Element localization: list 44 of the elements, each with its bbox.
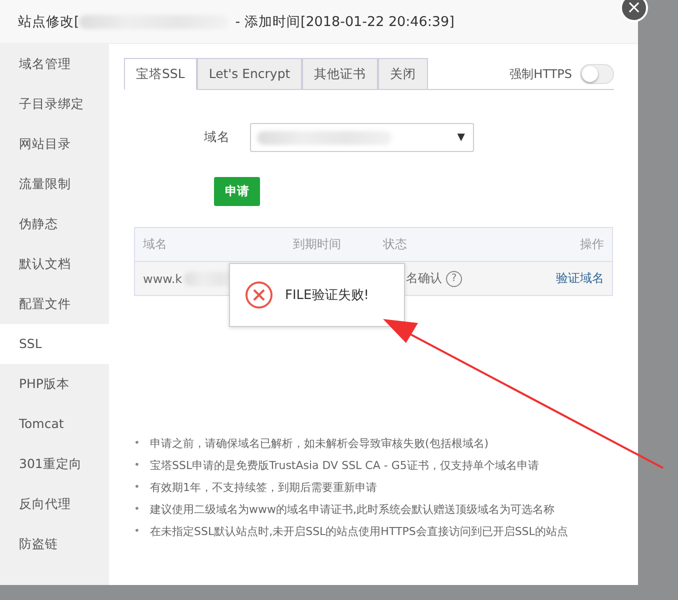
column-header: 到期时间: [293, 236, 342, 253]
table-cell: www.k: [143, 272, 182, 286]
tab[interactable]: 关闭: [378, 58, 428, 89]
note-item: 宝塔SSL申请的是免费版TrustAsia DV SSL CA - G5证书，仅支持单个域名申请: [150, 458, 539, 474]
error-icon: [245, 281, 273, 309]
field-label: 域名: [203, 129, 230, 146]
sidebar-item[interactable]: 默认文档: [0, 244, 109, 284]
tab[interactable]: 其他证书: [302, 58, 378, 89]
sidebar-item[interactable]: 防盗链: [0, 524, 109, 564]
note-item: 有效期1年，不支持续签，到期后需要重新申请: [150, 480, 377, 496]
bullet-icon: •: [134, 499, 150, 521]
bullet-icon: •: [134, 521, 150, 543]
bullet-icon: •: [134, 455, 150, 477]
bullet-icon: •: [134, 433, 150, 455]
column-header: 状态: [383, 236, 408, 253]
error-message: FILE验证失败!: [285, 287, 369, 304]
sidebar-item[interactable]: Tomcat: [0, 404, 109, 444]
verify-link[interactable]: 验证域名: [556, 270, 604, 287]
note-item: 在未指定SSL默认站点时,未开启SSL的站点使用HTTPS会直接访问到已开启SSL的站点: [150, 524, 568, 540]
sidebar-item[interactable]: 子目录绑定: [0, 84, 109, 124]
sidebar-item[interactable]: 301重定向: [0, 444, 109, 484]
toggle-switch[interactable]: [580, 64, 614, 84]
help-icon[interactable]: ?: [446, 270, 462, 286]
close-button[interactable]: ×: [620, 0, 648, 22]
column-header: 域名: [142, 236, 168, 253]
tab[interactable]: 宝塔SSL: [124, 58, 197, 90]
domain-select[interactable]: ▼: [250, 123, 474, 152]
sidebar-item[interactable]: 配置文件: [0, 284, 109, 324]
window-title: 站点修改[: [18, 12, 80, 30]
sidebar-item[interactable]: SSL: [0, 324, 109, 364]
sidebar-item[interactable]: 网站目录: [0, 124, 109, 164]
sidebar-item[interactable]: 域名管理: [0, 44, 109, 84]
note-item: 建议使用二级域名为www的域名申请证书,此时系统会默认赠送顶级域名为可选名称: [150, 502, 554, 518]
toggle-label: 强制HTTPS: [510, 66, 572, 82]
column-header: 操作: [579, 236, 605, 253]
sidebar-item[interactable]: 反向代理: [0, 484, 109, 524]
note-item: 申请之前，请确保域名已解析，如未解析会导致审核失败(包括根域名): [150, 436, 489, 452]
bullet-icon: •: [134, 477, 150, 499]
sidebar-item[interactable]: 流量限制: [0, 164, 109, 204]
window-title: - 添加时间[2018-01-22 20:46:39]: [235, 12, 454, 30]
sidebar-item[interactable]: PHP版本: [0, 364, 109, 404]
sidebar-item[interactable]: 伪静态: [0, 204, 109, 244]
tab[interactable]: Let's Encrypt: [196, 58, 302, 89]
table-cell: 名确认: [406, 270, 442, 287]
